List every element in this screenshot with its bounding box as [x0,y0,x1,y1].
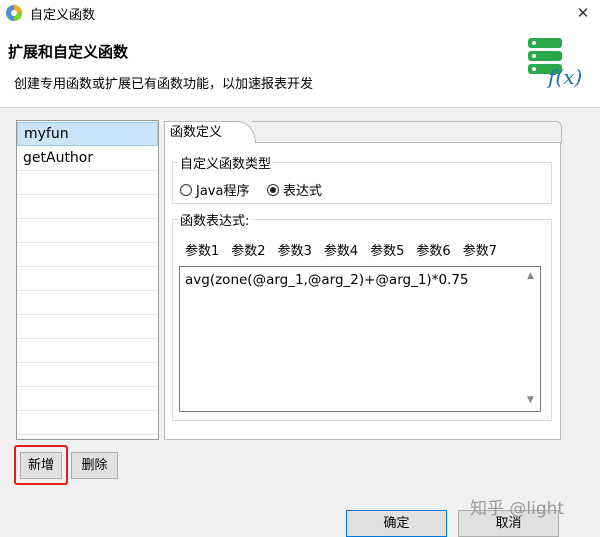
param-button[interactable]: 参数3 [278,244,312,259]
list-item-empty [17,411,158,435]
app-icon [6,5,22,21]
list-item-empty [17,387,158,411]
list-item-empty [17,291,158,315]
param-button[interactable]: 参数1 [185,244,219,259]
param-button[interactable]: 参数4 [324,244,358,259]
param-button[interactable]: 参数5 [370,244,404,259]
list-item[interactable]: myfun [17,122,158,146]
title-bar: 自定义函数 ✕ [0,0,600,26]
function-logo-icon: f(x) [528,38,582,89]
param-buttons: 参数1 参数2 参数3 参数4 参数5 参数6 参数7 [185,240,509,259]
radio-expression[interactable]: 表达式 [267,180,322,199]
delete-button[interactable]: 删除 [71,452,118,479]
radio-expression-label: 表达式 [283,184,323,199]
list-item-empty [17,195,158,219]
expression-group-label: 函数表达式: [178,210,252,229]
close-button[interactable]: ✕ [566,0,600,26]
scroll-down-icon[interactable]: ▼ [527,395,534,405]
watermark: 知乎 @light [470,499,565,519]
list-item-empty [17,267,158,291]
radio-checked-icon [267,183,279,196]
param-button[interactable]: 参数6 [416,244,450,259]
window-title: 自定义函数 [30,8,96,23]
expression-textarea[interactable]: avg(zone(@arg_1,@arg_2)+@arg_1)*0.75 ▲ ▼ [179,266,541,412]
expression-scrollbar[interactable]: ▲ ▼ [523,267,540,411]
radio-java-label: Java程序 [196,184,250,199]
header-title: 扩展和自定义函数 [8,43,129,61]
fx-logo-text: f(x) [546,65,582,89]
dialog-window: 自定义函数 ✕ 扩展和自定义函数 创建专用函数或扩展已有函数功能，以加速报表开发… [0,0,600,537]
tab-function-definition[interactable]: 函数定义 [164,121,256,143]
dialog-header: 扩展和自定义函数 创建专用函数或扩展已有函数功能，以加速报表开发 [0,26,600,108]
list-item-empty [17,171,158,195]
expression-text: avg(zone(@arg_1,@arg_2)+@arg_1)*0.75 [185,272,469,288]
header-subtitle: 创建专用函数或扩展已有函数功能，以加速报表开发 [14,77,314,92]
list-item-empty [17,339,158,363]
radio-java[interactable]: Java程序 [180,180,249,199]
function-list[interactable]: myfun getAuthor [16,120,159,440]
list-item-empty [17,363,158,387]
list-item-empty [17,219,158,243]
list-item-empty [17,243,158,267]
list-item[interactable]: getAuthor [17,147,158,171]
add-button-highlight [14,445,68,485]
type-group-label: 自定义函数类型 [178,153,274,172]
radio-unchecked-icon [180,183,192,196]
scroll-up-icon[interactable]: ▲ [527,271,534,281]
tab-strip [252,121,562,143]
param-button[interactable]: 参数2 [231,244,265,259]
list-item-empty [17,315,158,339]
param-button[interactable]: 参数7 [463,244,497,259]
